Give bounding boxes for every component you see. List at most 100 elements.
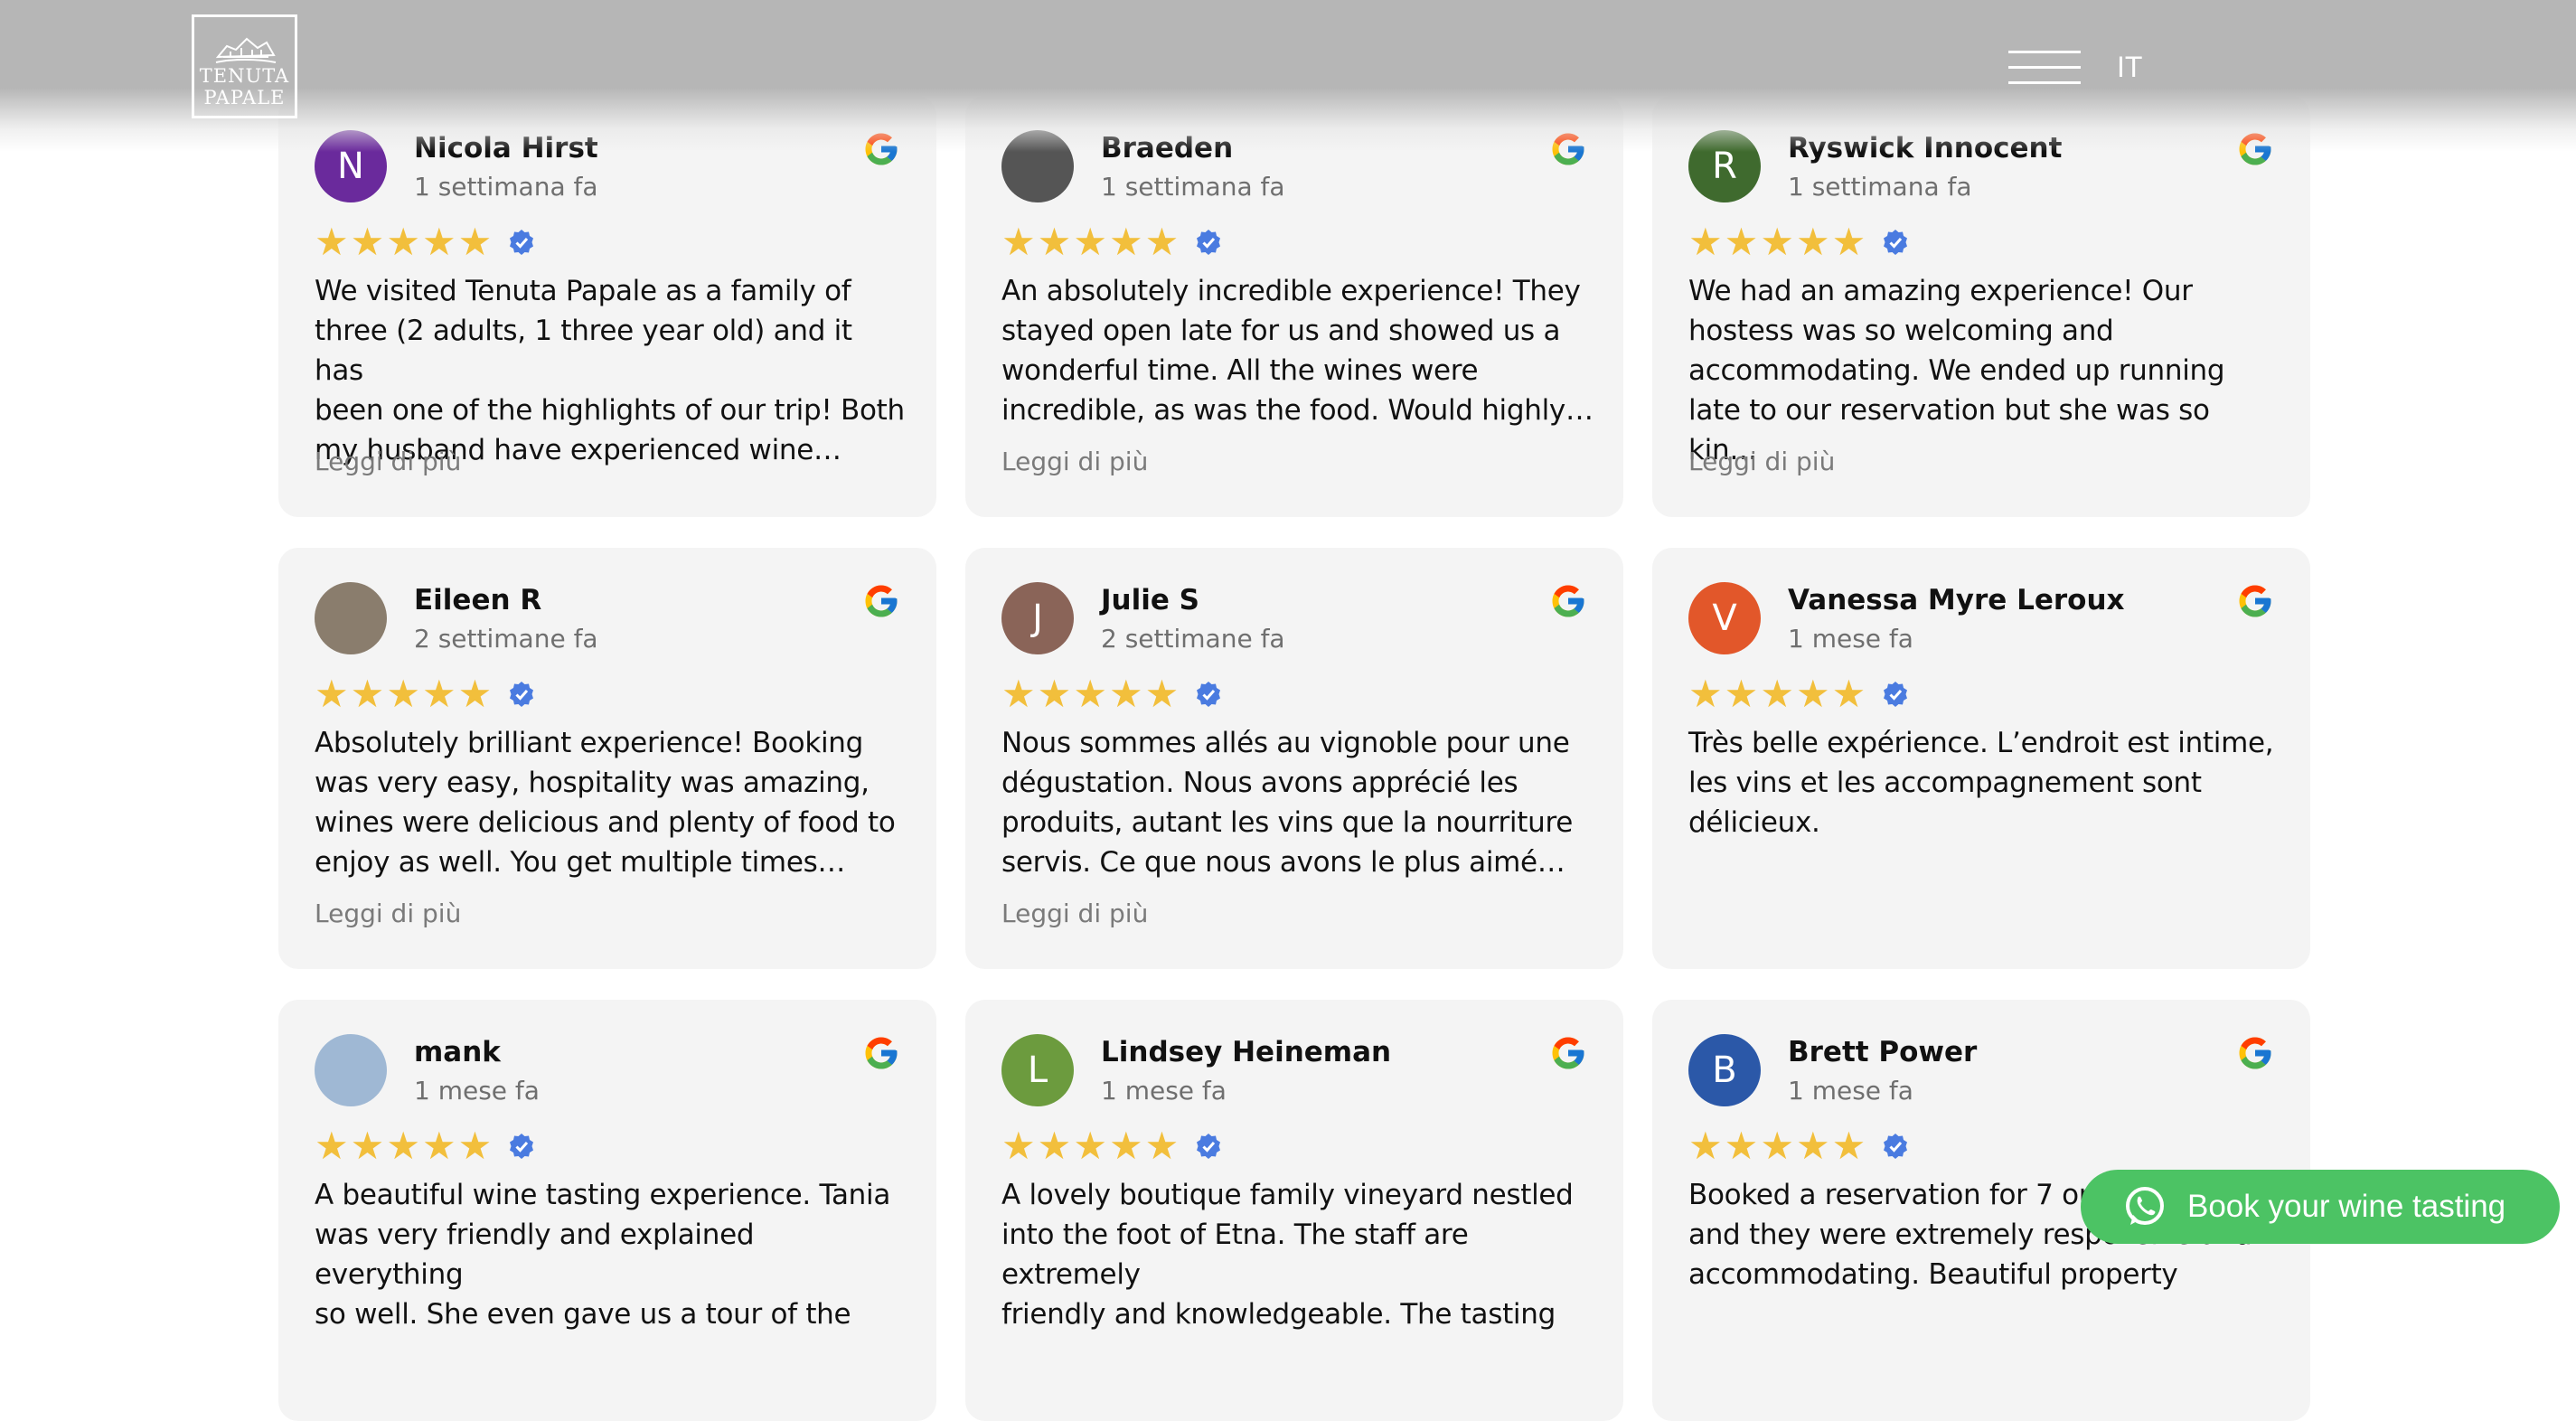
- star-icon: ★: [386, 1124, 420, 1168]
- logo-text-line2: PAPALE: [203, 87, 286, 108]
- star-icon: ★: [1037, 672, 1072, 716]
- star-icon: ★: [1144, 672, 1180, 716]
- review-card: NNicola Hirst1 settimana fa★★★★★We visit…: [278, 96, 936, 517]
- star-icon: ★: [1688, 1124, 1723, 1168]
- review-text-line: wines were delicious and plenty of food …: [315, 806, 896, 839]
- read-more-link[interactable]: Leggi di più: [315, 447, 461, 476]
- star-icon: ★: [1831, 220, 1866, 264]
- star-rating: ★ ★ ★ ★ ★: [315, 672, 535, 716]
- star-icon: ★: [1001, 1124, 1036, 1168]
- verified-badge-icon: [510, 1134, 534, 1159]
- review-time: 1 mese fa: [1101, 1076, 1227, 1106]
- star-rating: ★ ★ ★ ★ ★: [1688, 672, 1909, 716]
- reviewer-name: mank: [414, 1036, 501, 1068]
- review-text-line: three (2 adults, 1 three year old) and i…: [315, 315, 852, 387]
- star-icon: ★: [1724, 220, 1759, 264]
- star-icon: ★: [1073, 220, 1107, 264]
- review-text: An absolutely incredible experience! The…: [1001, 271, 1594, 430]
- logo-text-line1: TENUTA: [199, 65, 290, 87]
- star-icon: ★: [1037, 1124, 1072, 1168]
- verified-badge-icon: [1197, 230, 1221, 255]
- star-icon: ★: [350, 672, 385, 716]
- reviewer-name: Brett Power: [1788, 1036, 1978, 1068]
- review-text-line: incredible, as was the food. Would highl…: [1001, 394, 1594, 427]
- review-time: 1 mese fa: [1788, 1076, 1913, 1106]
- review-card: L Lindsey Heineman 1 mese fa ★ ★ ★ ★ ★ A lovely …: [965, 1000, 1623, 1421]
- star-icon: ★: [457, 1124, 493, 1168]
- review-text: A lovely boutique family vineyard nestle…: [1001, 1175, 1594, 1334]
- star-icon: ★: [1760, 672, 1794, 716]
- reviewer-avatar: B: [1688, 1034, 1761, 1106]
- review-text-line: A beautiful wine tasting experience. Tan…: [315, 1179, 891, 1211]
- verified-badge-icon: [510, 682, 534, 707]
- review-text-line: les vins et les accompagnement sont: [1688, 767, 2202, 799]
- review-text-line: friendly and knowledgeable. The tasting: [1001, 1298, 1556, 1331]
- review-text-line: Très belle expérience. L’endroit est int…: [1688, 727, 2274, 759]
- reviewer-avatar: [315, 582, 387, 654]
- verified-badge-icon: [510, 230, 534, 255]
- star-icon: ★: [1688, 220, 1723, 264]
- google-icon: [865, 1037, 898, 1069]
- reviewer-avatar: [315, 1034, 387, 1106]
- tenuta-papale-logo[interactable]: TENUTA PAPALE: [192, 14, 297, 118]
- google-icon: [2239, 585, 2271, 617]
- star-icon: ★: [1001, 672, 1036, 716]
- reviewer-avatar: L: [1001, 1034, 1074, 1106]
- hamburger-menu-icon[interactable]: [2008, 51, 2081, 85]
- review-card: RRyswick Innocent1 settimana fa★★★★★We h…: [1652, 96, 2310, 517]
- read-more-link[interactable]: Leggi di più: [1001, 447, 1148, 476]
- star-icon: ★: [1073, 1124, 1107, 1168]
- star-icon: ★: [457, 672, 493, 716]
- star-icon: ★: [1831, 1124, 1866, 1168]
- star-icon: ★: [1724, 672, 1759, 716]
- star-icon: ★: [1760, 220, 1794, 264]
- read-more-link[interactable]: Leggi di più: [315, 899, 461, 928]
- star-icon: ★: [1144, 220, 1180, 264]
- review-text-line: accommodating. We ended up running: [1688, 354, 2225, 387]
- star-icon: ★: [1795, 220, 1830, 264]
- read-more-link[interactable]: Leggi di più: [1001, 899, 1148, 928]
- review-time: 1 mese fa: [1788, 624, 1913, 654]
- review-time: 2 settimane fa: [1101, 624, 1285, 654]
- review-text-line: hostess was so welcoming and: [1688, 315, 2114, 347]
- google-icon: [2239, 1037, 2271, 1069]
- site-header: TENUTA PAPALE IT: [0, 0, 2576, 152]
- review-text-line: Nous sommes allés au vignoble pour une: [1001, 727, 1570, 759]
- read-more-link[interactable]: Leggi di più: [1688, 447, 1835, 476]
- reviewer-name: Vanessa Myre Leroux: [1788, 584, 2125, 616]
- language-switch[interactable]: IT: [2117, 51, 2142, 84]
- book-wine-tasting-button[interactable]: Book your wine tasting: [2081, 1170, 2560, 1244]
- review-text-line: wonderful time. All the wines were: [1001, 354, 1479, 387]
- star-icon: ★: [1108, 220, 1143, 264]
- star-icon: ★: [1037, 220, 1072, 264]
- review-text-line: We visited Tenuta Papale as a family of: [315, 275, 851, 307]
- reviewer-name: Lindsey Heineman: [1101, 1036, 1392, 1068]
- star-rating: ★ ★ ★ ★ ★: [1001, 1124, 1222, 1168]
- star-rating: ★ ★ ★ ★ ★: [1688, 1124, 1909, 1168]
- star-rating: ★ ★ ★ ★ ★: [315, 1124, 535, 1168]
- review-text: We visited Tenuta Papale as a family of t…: [315, 271, 907, 470]
- verified-badge-icon: [1197, 682, 1221, 707]
- review-text: We had an amazing experience! Our hostess…: [1688, 271, 2280, 470]
- review-text-line: was very friendly and explained everythi…: [315, 1219, 755, 1291]
- review-text-line: A lovely boutique family vineyard nestle…: [1001, 1179, 1574, 1211]
- review-text-line: produits, autant les vins que la nourrit…: [1001, 806, 1573, 839]
- star-icon: ★: [1688, 672, 1723, 716]
- review-text-line: dégustation. Nous avons apprécié les: [1001, 767, 1518, 799]
- star-icon: ★: [1073, 672, 1107, 716]
- review-text: Absolutely brilliant experience! Booking…: [315, 723, 907, 882]
- review-text: Nous sommes allés au vignoble pour une dé…: [1001, 723, 1594, 882]
- review-text-line: was very easy, hospitality was amazing,: [315, 767, 870, 799]
- review-time: 1 mese fa: [414, 1076, 540, 1106]
- star-icon: ★: [421, 672, 456, 716]
- star-icon: ★: [315, 220, 349, 264]
- star-icon: ★: [1724, 1124, 1759, 1168]
- review-text-line: so well. She even gave us a tour of the: [315, 1298, 851, 1331]
- review-text: Très belle expérience. L’endroit est int…: [1688, 723, 2280, 842]
- star-rating: ★ ★ ★ ★ ★: [1001, 672, 1222, 716]
- whatsapp-icon: [2126, 1187, 2164, 1225]
- star-icon: ★: [315, 672, 349, 716]
- review-text-line: délicieux.: [1688, 806, 1820, 839]
- review-text-line: stayed open late for us and showed us a: [1001, 315, 1561, 347]
- star-icon: ★: [421, 1124, 456, 1168]
